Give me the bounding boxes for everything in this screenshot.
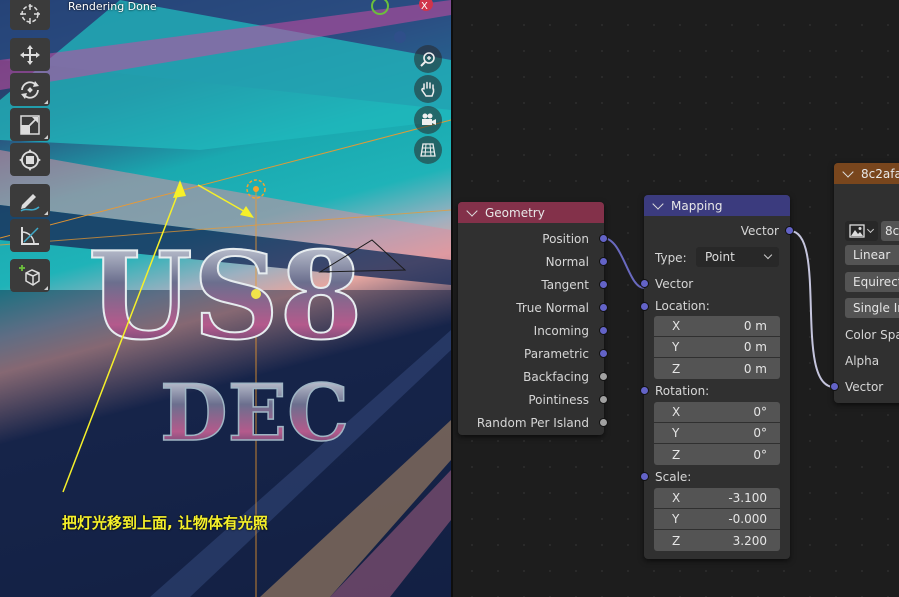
output-socket[interactable]: [599, 280, 608, 289]
pan-button[interactable]: [414, 75, 442, 103]
rotation-z-field[interactable]: Z 0°: [654, 444, 780, 465]
camera-view-button[interactable]: [414, 106, 442, 134]
image-name-field[interactable]: 8c: [881, 221, 899, 241]
color-space-row: Color Spa: [845, 327, 899, 342]
input-socket[interactable]: [640, 472, 649, 481]
cursor-tool-button[interactable]: [10, 0, 50, 30]
output-random-per-island: Random Per Island: [458, 411, 608, 434]
input-socket[interactable]: [830, 382, 839, 391]
image-browse-button[interactable]: [845, 221, 878, 241]
rotate-tool-button[interactable]: [10, 73, 50, 106]
input-socket[interactable]: [640, 302, 649, 311]
collapse-chevron-icon[interactable]: [842, 165, 854, 178]
move-icon: [20, 44, 40, 65]
zoom-button[interactable]: [414, 45, 442, 73]
scale-x-field[interactable]: X -3.100: [654, 488, 780, 509]
mapping-node-title: Mapping: [671, 198, 723, 213]
extension-dropdown[interactable]: Single Ir: [845, 298, 899, 318]
mapping-node-header[interactable]: Mapping: [644, 195, 790, 216]
measure-icon: [21, 226, 39, 245]
move-tool-button[interactable]: [10, 38, 50, 71]
geometry-node[interactable]: Geometry Position Normal Tangent True No…: [458, 202, 608, 435]
scale-y-field[interactable]: Y -0.000: [654, 509, 780, 530]
type-dropdown[interactable]: Point: [696, 247, 779, 267]
output-socket[interactable]: [599, 234, 608, 243]
location-z-field[interactable]: Z0 m: [654, 358, 780, 379]
add-cube-tool-button[interactable]: [10, 259, 50, 292]
output-normal: Normal: [458, 250, 608, 273]
render-status: Rendering Done: [68, 0, 157, 13]
input-vector: Vector: [830, 375, 883, 398]
location-fields: X0 m Y0 m Z0 m: [654, 316, 780, 379]
location-x-field[interactable]: X0 m: [654, 316, 780, 337]
chevron-down-icon: [866, 225, 875, 234]
input-socket[interactable]: [640, 279, 649, 288]
3d-viewport[interactable]: US8 DEC X Rendering Done 把灯光移到上面, 让物体有光照: [0, 0, 451, 597]
collapse-chevron-icon[interactable]: [466, 204, 478, 217]
alpha-row: Alpha: [845, 353, 880, 368]
transform-icon: [19, 148, 41, 171]
scale-fields: X -3.100 Y -0.000 Z 3.200: [654, 488, 780, 551]
pencil-icon: [20, 193, 40, 212]
output-incoming: Incoming: [458, 319, 608, 342]
scale-z-field[interactable]: Z 3.200: [654, 530, 780, 551]
scale-icon: [20, 114, 40, 135]
rotation-y-field[interactable]: Y 0°: [654, 423, 780, 444]
input-socket[interactable]: [640, 386, 649, 395]
ortho-toggle-button[interactable]: [414, 136, 442, 164]
transform-tool-button[interactable]: [10, 143, 50, 176]
art-text-dec: DEC: [160, 368, 349, 459]
viewport-render: US8 DEC X: [0, 0, 451, 597]
output-pointiness: Pointiness: [458, 388, 608, 411]
output-vector: Vector: [644, 219, 794, 242]
rotate-icon: [21, 80, 39, 99]
interpolation-dropdown[interactable]: Linear: [845, 245, 899, 265]
grid-icon: [420, 143, 436, 157]
output-true-normal: True Normal: [458, 296, 608, 319]
output-socket[interactable]: [599, 257, 608, 266]
output-position: Position: [458, 227, 608, 250]
input-vector: Vector: [640, 272, 790, 295]
shader-node-editor[interactable]: Geometry Position Normal Tangent True No…: [453, 0, 899, 597]
input-scale: Scale:: [640, 465, 790, 488]
output-socket[interactable]: [599, 395, 608, 404]
output-socket[interactable]: [599, 303, 608, 312]
rotation-fields: X 0° Y 0° Z 0°: [654, 402, 780, 465]
image-texture-node[interactable]: 8c2afa 8c Linear Equirect Single Ir Colo…: [830, 163, 899, 403]
geometry-node-header[interactable]: Geometry: [458, 202, 604, 223]
location-y-field[interactable]: Y0 m: [654, 337, 780, 358]
output-socket[interactable]: [599, 326, 608, 335]
output-parametric: Parametric: [458, 342, 608, 365]
rotation-x-field[interactable]: X 0°: [654, 402, 780, 423]
type-row: Type: Point: [644, 246, 790, 269]
chevron-down-icon: [763, 250, 773, 260]
annotate-tool-button[interactable]: [10, 184, 50, 217]
cursor-icon: [20, 3, 40, 24]
output-socket[interactable]: [599, 418, 608, 427]
input-rotation: Rotation:: [640, 379, 790, 402]
camera-icon: [422, 113, 436, 125]
input-location: Location:: [640, 295, 790, 316]
geometry-node-title: Geometry: [485, 205, 545, 220]
image-node-title: 8c2afa: [861, 166, 899, 181]
mapping-node[interactable]: Mapping Vector Type: Point Vector Locati…: [640, 195, 794, 559]
hand-icon: [421, 81, 435, 97]
art-text-us8: US8: [88, 226, 363, 367]
image-icon: [849, 224, 865, 238]
zoom-icon: [420, 52, 435, 67]
add-cube-icon: [19, 264, 40, 286]
image-node-header[interactable]: 8c2afa: [834, 163, 899, 184]
collapse-chevron-icon[interactable]: [652, 197, 664, 210]
output-tangent: Tangent: [458, 273, 608, 296]
output-backfacing: Backfacing: [458, 365, 608, 388]
projection-dropdown[interactable]: Equirect: [845, 272, 899, 292]
output-socket[interactable]: [599, 372, 608, 381]
svg-text:X: X: [421, 1, 428, 12]
output-socket[interactable]: [599, 349, 608, 358]
scale-tool-button[interactable]: [10, 108, 50, 141]
output-socket[interactable]: [785, 226, 794, 235]
measure-tool-button[interactable]: [10, 219, 50, 252]
annotation-caption: 把灯光移到上面, 让物体有光照: [62, 514, 268, 532]
